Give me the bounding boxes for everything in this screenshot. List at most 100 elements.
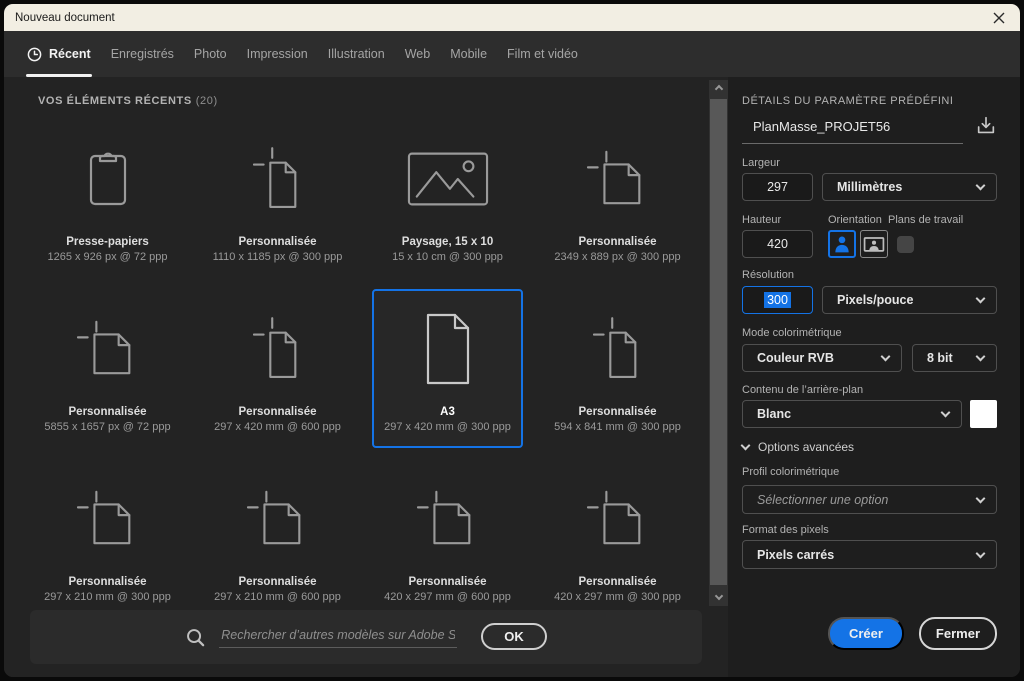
plain-doc-icon (374, 291, 521, 406)
recent-item-dims: 297 x 210 mm @ 600 ppp (214, 591, 341, 603)
height-input[interactable] (742, 230, 813, 258)
advanced-options-toggle[interactable]: Options avancées (740, 440, 997, 454)
bit-depth-select[interactable]: 8 bit (912, 344, 997, 372)
recent-item-personnalisee-9[interactable]: Personnalisée 420 x 297 mm @ 300 ppp (542, 459, 693, 608)
resolution-unit-value: Pixels/pouce (837, 293, 914, 307)
save-preset-icon[interactable] (975, 115, 997, 142)
tab-impression[interactable]: Impression (246, 31, 309, 77)
recent-item-personnalisee-3[interactable]: Personnalisée 5855 x 1657 px @ 72 ppp (32, 289, 183, 448)
recent-presets-grid: Presse-papiers 1265 x 926 px @ 72 ppp Pe… (32, 119, 693, 608)
recent-item-personnalisee-6[interactable]: Personnalisée 297 x 210 mm @ 300 ppp (32, 459, 183, 608)
tab-film-et-video[interactable]: Film et vidéo (506, 31, 579, 77)
scroll-up-icon[interactable] (709, 80, 728, 97)
background-select[interactable]: Blanc (742, 400, 962, 428)
custom-square-doc-icon (34, 461, 181, 576)
scrollbar-thumb[interactable] (710, 99, 727, 585)
vertical-scrollbar[interactable] (709, 80, 728, 606)
color-mode-label: Mode colorimétrique (742, 327, 842, 339)
create-button[interactable]: Créer (827, 617, 904, 650)
tab-label: Impression (246, 47, 308, 61)
custom-portrait-doc-icon (204, 291, 351, 406)
recent-item-personnalisee-5[interactable]: Personnalisée 594 x 841 mm @ 300 ppp (542, 289, 693, 448)
ok-button[interactable]: OK (481, 622, 547, 650)
custom-portrait-doc-icon (204, 121, 351, 236)
recents-count: (20) (195, 95, 218, 107)
preset-details-panel: DÉTAILS DU PARAMÈTRE PRÉDÉFINI Largeur M… (728, 77, 1020, 677)
close-icon[interactable] (990, 9, 1008, 27)
tab-enregistres[interactable]: Enregistrés (110, 31, 175, 77)
resolution-unit-select[interactable]: Pixels/pouce (822, 286, 997, 314)
recents-section-title: VOS ÉLÉMENTS RÉCENTS (20) (38, 95, 218, 107)
recent-item-dims: 1265 x 926 px @ 72 ppp (47, 251, 168, 263)
recent-item-name: Personnalisée (578, 406, 657, 418)
new-document-dialog: Nouveau document Récent Enregistrés Phot… (4, 4, 1020, 677)
recent-item-presse-papiers[interactable]: Presse-papiers 1265 x 926 px @ 72 ppp (32, 119, 183, 278)
artboards-label: Plans de travail (888, 214, 964, 226)
pixel-aspect-value: Pixels carrés (757, 547, 835, 562)
background-color-swatch[interactable] (970, 400, 997, 428)
tab-label: Film et vidéo (507, 47, 578, 61)
recent-item-dims: 5855 x 1657 px @ 72 ppp (44, 421, 171, 433)
width-input[interactable] (742, 173, 813, 201)
title-bar: Nouveau document (4, 4, 1020, 31)
tab-web[interactable]: Web (404, 31, 431, 77)
chevron-down-icon (975, 493, 986, 503)
search-input[interactable] (219, 627, 458, 648)
color-profile-label: Profil colorimétrique (742, 466, 840, 478)
orientation-label: Orientation (828, 214, 882, 226)
bit-depth-value: 8 bit (927, 351, 953, 365)
close-button[interactable]: Fermer (918, 617, 997, 650)
recent-item-dims: 1110 x 1185 px @ 300 ppp (212, 251, 343, 263)
tab-label: Photo (193, 47, 227, 61)
orientation-landscape-button[interactable] (860, 230, 888, 258)
resolution-input[interactable]: 300 (742, 286, 813, 314)
recent-item-personnalisee-2[interactable]: Personnalisée 2349 x 889 px @ 300 ppp (542, 119, 693, 278)
recent-item-paysage-15x10[interactable]: Paysage, 15 x 10 15 x 10 cm @ 300 ppp (372, 119, 523, 278)
custom-square-doc-icon (544, 461, 691, 576)
scroll-down-icon[interactable] (709, 589, 728, 606)
recent-item-name: Personnalisée (408, 576, 487, 588)
artboards-checkbox[interactable] (897, 235, 914, 253)
recent-item-name: Personnalisée (238, 406, 317, 418)
recent-item-name: Personnalisée (68, 406, 147, 418)
clipboard-icon (34, 121, 181, 236)
recent-item-name: Paysage, 15 x 10 (401, 236, 494, 248)
search-icon (187, 628, 205, 646)
color-mode-select[interactable]: Couleur RVB (742, 344, 902, 372)
width-label: Largeur (742, 157, 780, 169)
color-profile-select[interactable]: Sélectionner une option (742, 485, 997, 514)
chevron-down-icon (740, 440, 751, 450)
chevron-down-icon (880, 351, 891, 362)
tab-mobile[interactable]: Mobile (449, 31, 488, 77)
chevron-down-icon (940, 407, 951, 418)
recent-item-personnalisee-4[interactable]: Personnalisée 297 x 420 mm @ 600 ppp (202, 289, 353, 448)
orientation-portrait-button[interactable] (828, 230, 856, 258)
recent-item-personnalisee-1[interactable]: Personnalisée 1110 x 1185 px @ 300 ppp (202, 119, 353, 278)
chevron-down-icon (975, 351, 986, 362)
tab-label: Mobile (450, 47, 488, 61)
recent-item-dims: 297 x 420 mm @ 600 ppp (214, 421, 341, 433)
recent-item-a3-selected[interactable]: A3 297 x 420 mm @ 300 ppp (372, 289, 523, 448)
recent-item-dims: 594 x 841 mm @ 300 ppp (554, 421, 681, 433)
tab-photo[interactable]: Photo (193, 31, 228, 77)
chevron-down-icon (975, 180, 986, 191)
width-unit-select[interactable]: Millimètres (822, 173, 997, 201)
recent-item-name: Personnalisée (578, 236, 657, 248)
clock-icon (27, 47, 42, 61)
recent-item-personnalisee-8[interactable]: Personnalisée 420 x 297 mm @ 600 ppp (372, 459, 523, 608)
recent-item-dims: 297 x 210 mm @ 300 ppp (44, 591, 171, 603)
panel-header: DÉTAILS DU PARAMÈTRE PRÉDÉFINI (742, 95, 954, 107)
tab-label: Illustration (327, 47, 385, 61)
document-name-input[interactable] (753, 119, 963, 134)
tab-recent[interactable]: Récent (26, 31, 92, 77)
tab-illustration[interactable]: Illustration (327, 31, 386, 77)
custom-portrait-doc-icon (544, 291, 691, 406)
recent-item-name: Personnalisée (238, 236, 317, 248)
custom-square-doc-icon (204, 461, 351, 576)
recent-item-dims: 297 x 420 mm @ 300 ppp (384, 421, 511, 433)
pixel-aspect-select[interactable]: Pixels carrés (742, 540, 997, 569)
recent-item-name: Personnalisée (578, 576, 657, 588)
recent-item-personnalisee-7[interactable]: Personnalisée 297 x 210 mm @ 600 ppp (202, 459, 353, 608)
dialog-title: Nouveau document (15, 11, 115, 24)
resolution-value-selected: 300 (764, 292, 791, 308)
